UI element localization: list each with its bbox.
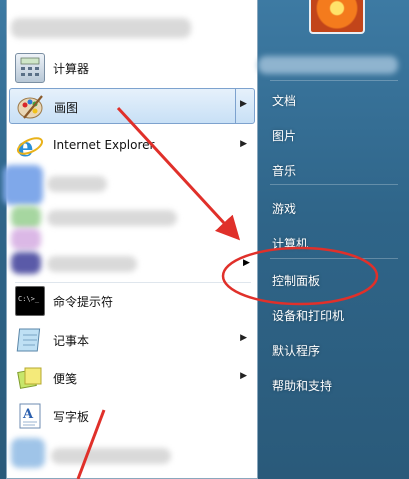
program-notepad[interactable]: 记事本 ▶ [9, 322, 255, 358]
blurred-item [11, 206, 41, 228]
cmd-icon-text: C:\>_ [18, 295, 40, 303]
chevron-right-icon[interactable]: ▶ [240, 139, 247, 149]
program-command-prompt[interactable]: C:\>_ 命令提示符 [9, 283, 255, 319]
blurred-item [11, 252, 41, 274]
divider [270, 80, 398, 81]
wordpad-icon: A [15, 401, 43, 429]
command-prompt-icon: C:\>_ [15, 286, 45, 316]
submenu-arrow-button[interactable]: ▶ [235, 89, 254, 123]
program-label: 命令提示符 [53, 295, 114, 309]
blurred-item [47, 176, 107, 192]
blurred-item [11, 438, 45, 468]
blurred-item [47, 210, 177, 226]
places-help-and-support[interactable]: 帮助和支持 [272, 377, 332, 394]
program-label: 写字板 [53, 410, 90, 424]
program-label: 画图 [54, 101, 79, 115]
program-calculator[interactable]: 计算器 [9, 50, 255, 86]
programs-pane: 计算器 画图 ▶ e Internet Explorer ▶ ▶ C:\>_ 命… [3, 0, 258, 479]
divider [270, 184, 398, 185]
sticky-notes-icon [15, 363, 43, 391]
places-music[interactable]: 音乐 [272, 162, 296, 179]
notepad-icon [15, 325, 43, 353]
places-control-panel[interactable]: 控制面板 [272, 272, 320, 289]
program-internet-explorer[interactable]: e Internet Explorer ▶ [9, 128, 255, 164]
program-sticky-notes[interactable]: 便笺 ▶ [9, 360, 255, 396]
program-label: Internet Explorer [53, 138, 155, 152]
blurred-item [51, 448, 171, 464]
chevron-right-icon[interactable]: ▶ [240, 333, 247, 343]
chevron-right-icon[interactable]: ▶ [240, 371, 247, 381]
program-label: 记事本 [53, 334, 90, 348]
chevron-right-icon: ▶ [240, 99, 247, 109]
internet-explorer-icon: e [15, 131, 44, 163]
places-pictures[interactable]: 图片 [272, 127, 296, 144]
svg-text:A: A [22, 407, 34, 422]
blurred-item [3, 165, 43, 205]
program-label: 计算器 [53, 62, 90, 76]
blurred-item [11, 228, 41, 250]
start-menu: 计算器 画图 ▶ e Internet Explorer ▶ ▶ C:\>_ 命… [0, 0, 409, 479]
blurred-item [47, 256, 137, 272]
program-paint[interactable]: 画图 ▶ [9, 88, 255, 124]
places-devices-and-printers[interactable]: 设备和打印机 [272, 307, 344, 324]
divider [270, 258, 398, 259]
chevron-right-icon[interactable]: ▶ [243, 258, 250, 268]
places-pane: 文档 图片 音乐 游戏 计算机 控制面板 设备和打印机 默认程序 帮助和支持 [258, 0, 409, 479]
blurred-user-name [258, 56, 398, 74]
places-documents[interactable]: 文档 [272, 92, 296, 109]
calculator-icon [15, 53, 45, 83]
blurred-item [11, 18, 191, 38]
program-wordpad[interactable]: A 写字板 [9, 398, 255, 434]
places-computer[interactable]: 计算机 [272, 235, 308, 252]
program-label: 便笺 [53, 372, 78, 386]
places-games[interactable]: 游戏 [272, 200, 296, 217]
paint-palette-icon [16, 92, 44, 120]
places-default-programs[interactable]: 默认程序 [272, 342, 320, 359]
